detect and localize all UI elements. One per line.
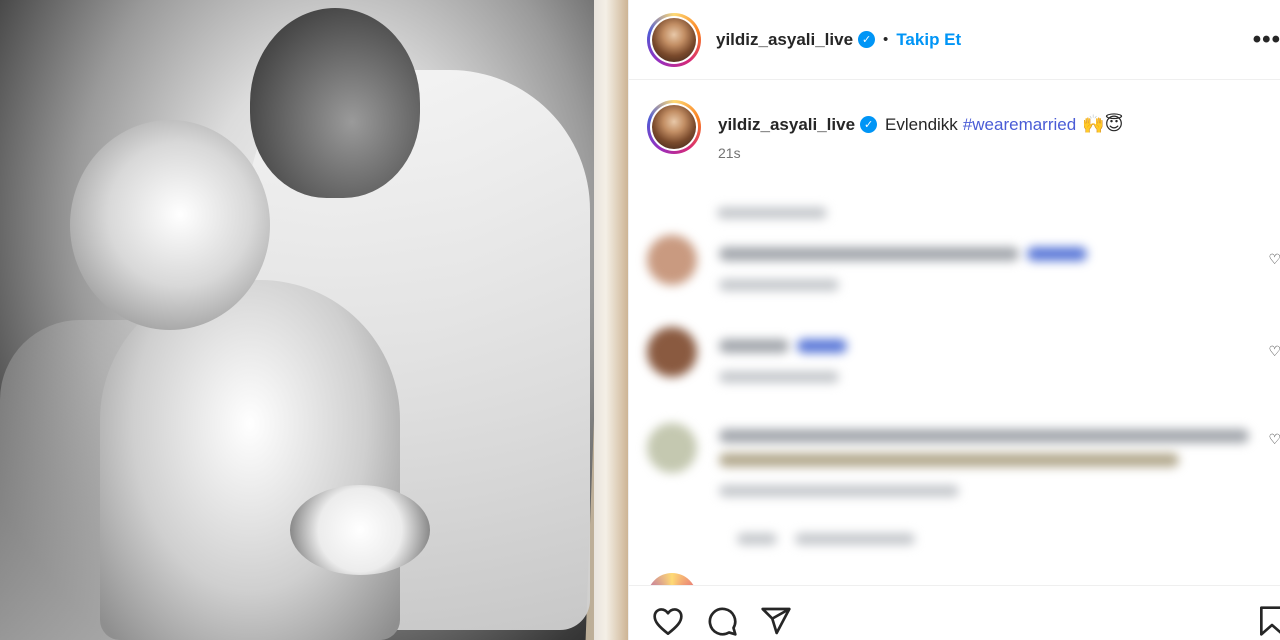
caption-body: Evlendikk: [885, 114, 958, 134]
comment-text-blurred: [719, 429, 1249, 443]
caption-hashtag[interactable]: #wearemarried: [963, 115, 1076, 135]
instagram-post-view: yildiz_asyali_live ✓ • Takip Et ••• yild…: [0, 0, 1280, 640]
comment-item: ♡: [647, 235, 1280, 305]
comment-button[interactable]: [705, 604, 739, 638]
share-button[interactable]: [759, 604, 793, 638]
comment-item: ♡: [647, 423, 1280, 513]
comment-emoji-blurred: [797, 339, 847, 353]
comment-meta-blurred: [719, 371, 839, 383]
author-username[interactable]: yildiz_asyali_live: [716, 30, 853, 50]
comment-text-blurred: [719, 339, 789, 353]
caption-line: yildiz_asyali_live ✓ Evlendikk #wearemar…: [718, 114, 1123, 135]
bookmark-icon: [1260, 606, 1280, 636]
bride-figure: [100, 280, 400, 640]
author-avatar[interactable]: [647, 12, 701, 67]
send-icon: [761, 607, 791, 635]
more-options-icon[interactable]: •••: [1253, 26, 1280, 54]
heart-icon: [653, 608, 683, 636]
save-button[interactable]: [1255, 604, 1280, 638]
avatar-image: [652, 105, 696, 149]
caption-author-avatar[interactable]: [647, 100, 701, 154]
caption-text-block: yildiz_asyali_live ✓ Evlendikk #wearemar…: [718, 114, 1123, 180]
verified-badge-icon: ✓: [860, 116, 878, 133]
post-timestamp[interactable]: 21s: [718, 145, 1123, 161]
comment-like-icon[interactable]: ♡: [1268, 431, 1280, 448]
post-caption: yildiz_asyali_live ✓ Evlendikk #wearemar…: [647, 100, 1267, 180]
comment-item: [647, 573, 1267, 585]
commenter-avatar[interactable]: [647, 235, 697, 285]
avatar-frame: [650, 15, 698, 64]
comment-meta-blurred: [719, 279, 839, 291]
groom-head: [250, 8, 420, 198]
view-replies-placeholder[interactable]: [647, 527, 1267, 551]
verified-badge-icon: ✓: [858, 31, 876, 48]
post-action-bar: [629, 585, 1280, 640]
comment-text-blurred: [719, 247, 1019, 261]
header-separator: •: [883, 31, 889, 48]
blurred-text: [717, 207, 827, 219]
post-photo[interactable]: [0, 0, 628, 640]
commenter-avatar[interactable]: [647, 327, 697, 377]
caption-emojis: 🙌😇: [1082, 114, 1124, 134]
blurred-text: [795, 533, 915, 545]
view-replies-placeholder[interactable]: [647, 203, 1267, 223]
comment-like-icon[interactable]: ♡: [1268, 251, 1280, 268]
comment-text-blurred: [719, 453, 1179, 467]
comment-emoji-blurred: [1027, 247, 1087, 261]
follow-button[interactable]: Takip Et: [896, 30, 961, 50]
comments-list: ♡ ♡ ♡: [629, 195, 1280, 585]
photo-frame-edge: [594, 0, 628, 640]
avatar-image: [652, 17, 696, 62]
comment-item: ♡: [647, 327, 1280, 397]
comment-icon: [708, 607, 737, 636]
comment-like-icon[interactable]: ♡: [1268, 343, 1280, 360]
avatar-frame: [650, 103, 698, 151]
like-button[interactable]: [651, 604, 685, 638]
bride-hair: [70, 120, 270, 330]
comment-meta-blurred: [719, 485, 959, 497]
caption-username[interactable]: yildiz_asyali_live: [718, 115, 855, 135]
commenter-avatar[interactable]: [647, 423, 697, 473]
post-header: yildiz_asyali_live ✓ • Takip Et •••: [629, 0, 1280, 80]
commenter-avatar[interactable]: [647, 573, 697, 585]
bouquet: [290, 485, 430, 575]
blurred-text: [737, 533, 777, 545]
post-side-panel: yildiz_asyali_live ✓ • Takip Et ••• yild…: [628, 0, 1280, 640]
